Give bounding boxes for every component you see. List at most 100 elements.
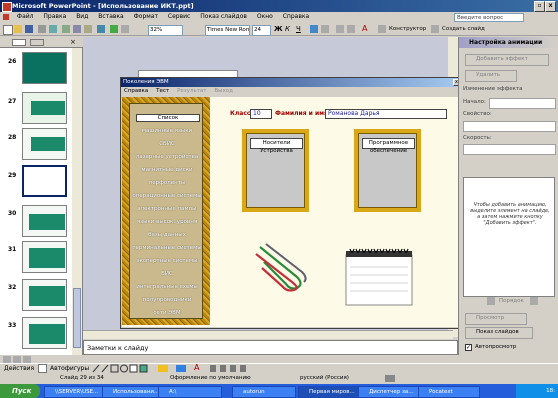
close-pane-icon[interactable]: × bbox=[70, 38, 76, 46]
remove-button[interactable]: Удалить bbox=[465, 70, 517, 82]
italic-icon[interactable]: К bbox=[285, 25, 293, 33]
list-item[interactable]: экспертные системы bbox=[130, 258, 204, 264]
print-icon[interactable] bbox=[38, 25, 46, 33]
list-item[interactable]: интегральные схемы bbox=[130, 284, 204, 290]
list-item[interactable]: терминальные системы bbox=[130, 245, 204, 251]
terms-list[interactable]: Список машинные языки СБИС лазерные устр… bbox=[129, 103, 203, 319]
shape-tools[interactable] bbox=[92, 364, 152, 373]
list-item[interactable]: языки высок. уровня bbox=[130, 219, 204, 225]
menu-insert[interactable]: Вставка bbox=[94, 12, 127, 21]
close-icon[interactable]: x bbox=[545, 1, 556, 12]
add-effect-button[interactable]: Добавить эффект bbox=[465, 54, 549, 66]
scroll-thumb[interactable] bbox=[73, 288, 81, 348]
design-icon[interactable] bbox=[378, 25, 386, 33]
slide-thumbnail-27[interactable] bbox=[22, 92, 67, 124]
align-center-icon[interactable] bbox=[321, 25, 329, 33]
zoom-combo[interactable]: 32% bbox=[148, 25, 183, 36]
slide-thumbnail-29[interactable] bbox=[22, 165, 67, 197]
fill-color-icon[interactable] bbox=[158, 365, 168, 372]
ask-question-input[interactable]: Введите вопрос bbox=[454, 13, 524, 22]
align-left-icon[interactable] bbox=[310, 25, 318, 33]
list-item[interactable]: базы данных bbox=[130, 232, 204, 238]
line-color-icon[interactable] bbox=[176, 365, 186, 372]
animation-list[interactable]: Чтобы добавить анимацию, выделите элемен… bbox=[463, 177, 555, 297]
list-item[interactable]: полупроводники bbox=[130, 297, 204, 303]
preview-icon[interactable] bbox=[49, 25, 57, 33]
restore-icon[interactable]: ▫ bbox=[534, 1, 545, 12]
start-select[interactable] bbox=[489, 98, 556, 109]
move-up-icon[interactable] bbox=[487, 297, 495, 305]
slideshow-view-icon[interactable] bbox=[23, 356, 31, 363]
text-color-icon[interactable]: A bbox=[194, 364, 199, 372]
menu-file[interactable]: Файл bbox=[13, 12, 38, 21]
save-icon[interactable] bbox=[25, 25, 33, 33]
name-input[interactable]: Романова Дарья bbox=[325, 109, 447, 119]
taskbar-item-pocatext[interactable]: Pocatext bbox=[418, 386, 480, 398]
new-slide-icon[interactable] bbox=[431, 25, 439, 33]
designer-button[interactable]: Конструктор bbox=[388, 25, 431, 34]
bullets-icon[interactable] bbox=[347, 25, 355, 33]
slide-thumbnail-33[interactable] bbox=[22, 317, 67, 349]
slide-horizontal-scrollbar[interactable] bbox=[83, 330, 453, 339]
line-style-icons[interactable] bbox=[210, 365, 250, 372]
dialog-menu-test[interactable]: Тест bbox=[153, 87, 172, 95]
list-item[interactable]: СБИС bbox=[130, 141, 204, 147]
dialog-menu-help[interactable]: Справка bbox=[121, 87, 151, 95]
list-item[interactable]: БИС bbox=[130, 271, 204, 277]
cut-icon[interactable] bbox=[62, 25, 70, 33]
list-item[interactable]: перфоленты bbox=[130, 180, 204, 186]
play-button[interactable]: Просмотр bbox=[465, 313, 527, 325]
undo-icon[interactable] bbox=[97, 25, 105, 33]
property-select[interactable] bbox=[463, 121, 556, 132]
list-item[interactable]: сети ЭВМ bbox=[130, 310, 204, 316]
menu-edit[interactable]: Правка bbox=[39, 12, 70, 21]
underline-icon[interactable]: Ч bbox=[296, 25, 304, 33]
actions-menu[interactable]: Действия bbox=[4, 365, 34, 372]
notes-pane[interactable]: Заметки к слайду bbox=[83, 340, 458, 355]
table-icon[interactable] bbox=[121, 25, 129, 33]
menu-tools[interactable]: Сервис bbox=[164, 12, 194, 21]
menu-help[interactable]: Справка bbox=[279, 12, 313, 21]
speed-select[interactable] bbox=[463, 144, 556, 155]
menu-window[interactable]: Окно bbox=[253, 12, 277, 21]
devices-panel[interactable]: Носители Устройства bbox=[242, 129, 309, 212]
slide-thumbnail-31[interactable] bbox=[22, 241, 67, 273]
thumbnails-scrollbar[interactable] bbox=[72, 48, 82, 355]
font-combo[interactable]: Times New Roman bbox=[205, 25, 250, 36]
list-item[interactable]: Список bbox=[136, 114, 200, 122]
dialog-menu-result[interactable]: Результат bbox=[174, 87, 209, 95]
autopreview-checkbox[interactable]: ✓ bbox=[465, 344, 472, 351]
list-item[interactable]: лазерные устройства bbox=[130, 154, 204, 160]
slide-thumbnail-30[interactable] bbox=[22, 205, 67, 237]
autoshapes-menu[interactable]: Автофигуры bbox=[50, 365, 89, 372]
list-item[interactable]: магнитные диски bbox=[130, 167, 204, 173]
numbering-icon[interactable] bbox=[336, 25, 344, 33]
slide-thumbnail-28[interactable] bbox=[22, 128, 67, 160]
tab-slides[interactable] bbox=[30, 39, 44, 46]
paste-icon[interactable] bbox=[84, 25, 92, 33]
tab-outline[interactable] bbox=[12, 39, 26, 46]
start-button[interactable]: Пуск bbox=[0, 384, 40, 398]
list-item[interactable]: машинные языки bbox=[130, 128, 204, 134]
normal-view-icon[interactable] bbox=[3, 356, 11, 363]
create-slide-button[interactable]: Создать слайд bbox=[441, 25, 557, 34]
slide-thumbnail-26[interactable] bbox=[22, 52, 67, 84]
copy-icon[interactable] bbox=[73, 25, 81, 33]
slideshow-button[interactable]: Показ слайдов bbox=[465, 327, 533, 339]
new-icon[interactable] bbox=[3, 25, 13, 35]
sorter-view-icon[interactable] bbox=[13, 356, 21, 363]
bold-icon[interactable]: Ж bbox=[274, 25, 283, 33]
chart-icon[interactable] bbox=[110, 25, 118, 33]
font-size-combo[interactable]: 24 bbox=[252, 25, 271, 36]
menu-view[interactable]: Вид bbox=[72, 12, 92, 21]
list-item[interactable]: операционные системы bbox=[130, 193, 204, 199]
taskbar-item-drive-a[interactable]: A:\ bbox=[158, 386, 222, 398]
class-input[interactable]: 10 bbox=[250, 109, 272, 119]
dialog-menu-exit[interactable]: Выход bbox=[211, 87, 236, 95]
software-panel[interactable]: Программное обеспечение bbox=[354, 129, 421, 212]
list-item[interactable]: электронные лампы bbox=[130, 206, 204, 212]
move-down-icon[interactable] bbox=[530, 297, 538, 305]
menu-format[interactable]: Формат bbox=[130, 12, 162, 21]
font-color-icon[interactable]: A bbox=[362, 25, 370, 33]
select-objects-icon[interactable] bbox=[38, 364, 47, 373]
